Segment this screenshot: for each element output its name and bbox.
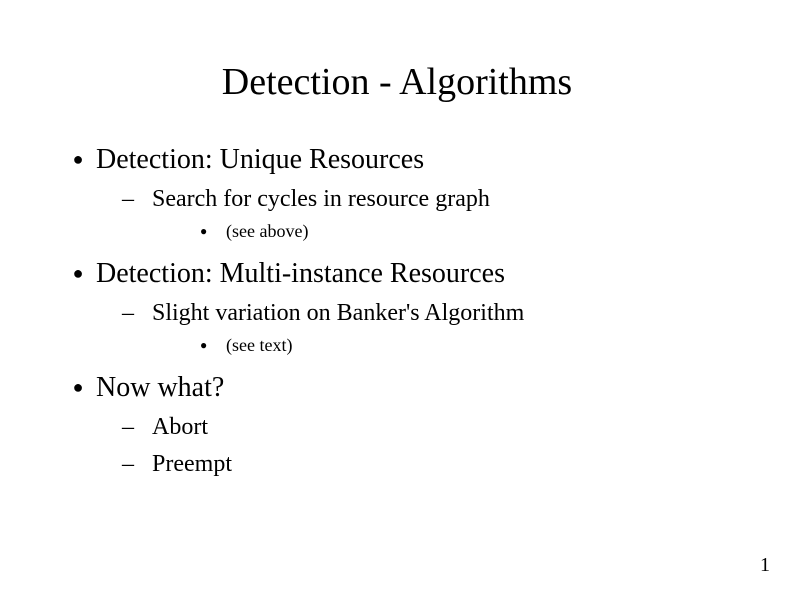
bullet-text: Preempt: [152, 451, 232, 478]
dash-bullet-icon: –: [122, 414, 152, 441]
bullet-level1: ● Now what?: [60, 372, 734, 404]
bullet-text: Search for cycles in resource graph: [152, 186, 490, 213]
bullet-text: (see above): [226, 221, 308, 242]
disc-bullet-icon: ●: [200, 338, 226, 353]
bullet-text: Slight variation on Banker's Algorithm: [152, 300, 524, 327]
dash-bullet-icon: –: [122, 451, 152, 478]
slide-title: Detection - Algorithms: [60, 60, 734, 104]
disc-bullet-icon: ●: [60, 378, 96, 396]
dash-bullet-icon: –: [122, 186, 152, 213]
bullet-level2: – Slight variation on Banker's Algorithm: [122, 300, 734, 327]
bullet-text: Abort: [152, 414, 208, 441]
bullet-level3: ● (see above): [200, 221, 734, 242]
disc-bullet-icon: ●: [200, 224, 226, 239]
bullet-level3: ● (see text): [200, 335, 734, 356]
bullet-level2: – Abort: [122, 414, 734, 441]
bullet-text: (see text): [226, 335, 292, 356]
slide: Detection - Algorithms ● Detection: Uniq…: [0, 0, 794, 595]
disc-bullet-icon: ●: [60, 264, 96, 282]
dash-bullet-icon: –: [122, 300, 152, 327]
bullet-level1: ● Detection: Unique Resources: [60, 144, 734, 176]
bullet-text: Detection: Unique Resources: [96, 144, 424, 176]
bullet-level2: – Search for cycles in resource graph: [122, 186, 734, 213]
bullet-text: Detection: Multi-instance Resources: [96, 258, 505, 290]
bullet-level1: ● Detection: Multi-instance Resources: [60, 258, 734, 290]
bullet-level2: – Preempt: [122, 451, 734, 478]
disc-bullet-icon: ●: [60, 150, 96, 168]
bullet-text: Now what?: [96, 372, 224, 404]
page-number: 1: [760, 554, 770, 577]
